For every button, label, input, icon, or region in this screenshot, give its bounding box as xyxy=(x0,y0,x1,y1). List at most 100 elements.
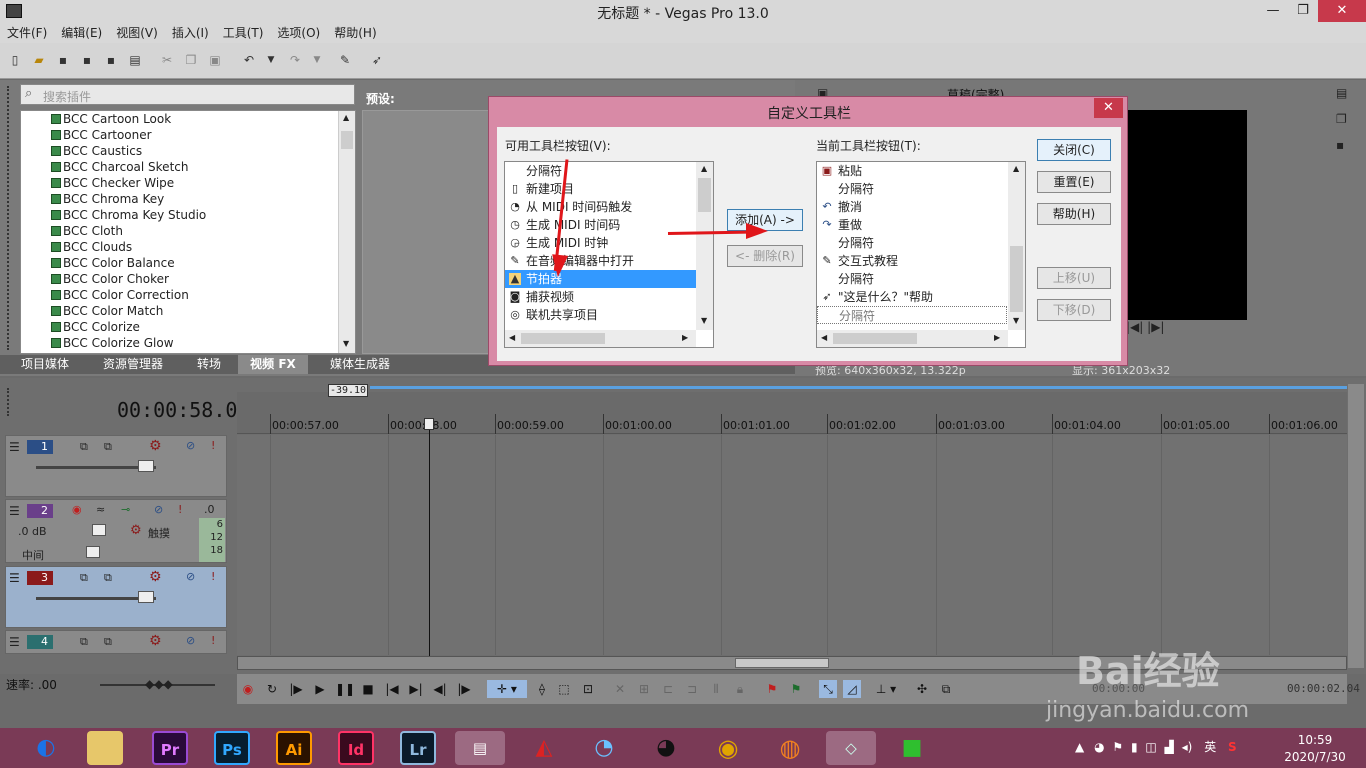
track-motion-icon[interactable]: ⧉ xyxy=(80,635,88,649)
copy-icon[interactable]: ❐ xyxy=(182,51,200,69)
hscroll-thumb[interactable] xyxy=(735,658,829,668)
current-list-vscroll[interactable]: ▲ ▼ xyxy=(1008,162,1025,330)
dialog-close-icon[interactable]: ✕ xyxy=(1094,98,1123,118)
app-icon-4[interactable]: ◇ xyxy=(826,731,876,765)
track-mute-icon[interactable]: ⊘ xyxy=(186,439,195,452)
clock-date[interactable]: 2020/7/30 xyxy=(1278,750,1352,764)
props-icon[interactable]: ▤ xyxy=(1336,86,1347,100)
move-down-button[interactable]: 下移(D) xyxy=(1037,299,1111,321)
pause-icon[interactable]: ❚❚ xyxy=(335,680,355,698)
tab-video-fx[interactable]: 视频 FX xyxy=(238,355,308,374)
split-icon[interactable]: ⫴ xyxy=(707,680,725,698)
close-window-button[interactable]: ✕ xyxy=(1318,0,1366,22)
list-item[interactable]: 分隔符 xyxy=(505,162,713,180)
input-language[interactable]: 英 xyxy=(1204,740,1216,754)
indesign-icon[interactable]: Id xyxy=(338,731,374,765)
current-list-hscroll[interactable]: ◀ ▶ xyxy=(817,330,1008,347)
marker-icon[interactable]: ⚑ xyxy=(763,680,781,698)
snapping-icon[interactable]: ⤡ xyxy=(819,680,837,698)
tutorial-icon[interactable]: ✎ xyxy=(336,51,354,69)
preset-list[interactable] xyxy=(362,110,490,354)
paste-icon[interactable]: ▣ xyxy=(206,51,224,69)
lightroom-icon[interactable]: Lr xyxy=(400,731,436,765)
list-item[interactable]: 分隔符 xyxy=(817,270,1025,288)
track-collapse-icon[interactable]: ☰ xyxy=(9,571,20,585)
audio-fx-icon[interactable]: ⊸ xyxy=(121,503,130,516)
plugin-search-input[interactable]: ⌕ 搜索插件 xyxy=(20,84,355,105)
plugin-item[interactable]: BCC Color Balance xyxy=(21,255,355,271)
move-up-button[interactable]: 上移(U) xyxy=(1037,267,1111,289)
clock-time[interactable]: 10:59 xyxy=(1285,733,1345,747)
copy-frame-icon[interactable]: ❐ xyxy=(1336,112,1347,126)
scroll-thumb[interactable] xyxy=(341,131,353,149)
scroll-thumb[interactable] xyxy=(1010,246,1023,312)
track-mute-icon[interactable]: ⊘ xyxy=(154,503,163,516)
slider-thumb[interactable] xyxy=(138,460,154,472)
plugin-list[interactable]: BCC Cartoon Look BCC Cartooner BCC Caust… xyxy=(20,110,356,354)
playhead-handle-icon[interactable] xyxy=(424,418,434,430)
scroll-thumb[interactable] xyxy=(521,333,605,344)
photoshop-icon[interactable]: Ps xyxy=(214,731,250,765)
file-explorer-icon[interactable] xyxy=(87,731,123,765)
track-fx-icon[interactable]: ⧉ xyxy=(104,635,112,649)
illustrator-icon[interactable]: Ai xyxy=(276,731,312,765)
plugin-list-scrollbar[interactable]: ▲ ▼ xyxy=(338,111,355,353)
cut-icon[interactable]: ✂ xyxy=(158,51,176,69)
track-header-4[interactable]: ☰ 4 ⧉ ⧉ ⚙ ⊘ ! xyxy=(5,630,227,654)
tray-qq-icon[interactable]: ◕ xyxy=(1094,740,1104,754)
plugin-item[interactable]: BCC Colorize xyxy=(21,319,355,335)
list-item[interactable]: 分隔符 xyxy=(817,180,1025,198)
tab-explorer[interactable]: 资源管理器 xyxy=(92,355,174,374)
plugin-item[interactable]: BCC Checker Wipe xyxy=(21,175,355,191)
redo-dropdown-icon[interactable]: ▼ xyxy=(308,51,326,69)
battery-icon[interactable]: ▮ xyxy=(1131,740,1138,754)
track-settings-icon[interactable]: ⚙ xyxy=(149,438,162,454)
menu-view[interactable]: 视图(V) xyxy=(109,24,165,43)
minimize-button[interactable]: — xyxy=(1258,0,1288,22)
trim-icon[interactable]: ⊞ xyxy=(635,680,653,698)
vegas-taskbar-icon[interactable]: ▤ xyxy=(455,731,505,765)
lock-icon[interactable]: 🔒︎ xyxy=(731,680,749,698)
scroll-up-icon[interactable]: ▲ xyxy=(701,164,707,173)
scroll-down-icon[interactable]: ▼ xyxy=(1013,316,1019,325)
scroll-left-icon[interactable]: ◀ xyxy=(509,333,515,342)
edit-tool-icon[interactable]: ✛ ▾ xyxy=(487,680,527,698)
scroll-right-icon[interactable]: ▶ xyxy=(682,333,688,342)
loop-icon[interactable]: ↻ xyxy=(263,680,281,698)
track-fx-icon[interactable]: ⧉ xyxy=(104,440,112,454)
prev-frame-icon[interactable]: |◀| xyxy=(1126,320,1143,334)
current-buttons-list[interactable]: ▣ 粘贴 分隔符 ↶ 撤消 ↷ 重做 分隔符 ✎ 交互式教程 分隔符 ➶ "这是什么？"帮… xyxy=(816,161,1026,348)
play-from-start-icon[interactable]: |▶ xyxy=(287,680,305,698)
slider-thumb[interactable] xyxy=(138,591,154,603)
lock-envelopes-icon[interactable]: ✣ xyxy=(913,680,931,698)
play-icon[interactable]: ▶ xyxy=(311,680,329,698)
tab-transitions[interactable]: 转场 xyxy=(186,355,232,374)
track-settings-icon[interactable]: ⚙ xyxy=(149,569,162,585)
list-item[interactable]: 分隔符 xyxy=(817,234,1025,252)
tray-expand-icon[interactable]: ▲ xyxy=(1075,740,1084,754)
track-header-3[interactable]: ☰ 3 ⧉ ⧉ ⚙ ⊘ ! xyxy=(5,566,227,628)
plugin-item[interactable]: BCC Clouds xyxy=(21,239,355,255)
scroll-left-icon[interactable]: ◀ xyxy=(821,333,827,342)
menu-help[interactable]: 帮助(H) xyxy=(327,24,383,43)
auto-ripple-icon[interactable]: ◿ xyxy=(843,680,861,698)
menu-options[interactable]: 选项(O) xyxy=(270,24,327,43)
volume-icon[interactable]: ◂) xyxy=(1182,740,1193,754)
track-collapse-icon[interactable]: ☰ xyxy=(9,635,20,649)
tray-flag-icon[interactable]: ⚑ xyxy=(1112,740,1123,754)
delete-icon[interactable]: ✕ xyxy=(611,680,629,698)
save-icon[interactable]: ▪ xyxy=(54,51,72,69)
plugin-item[interactable]: BCC Cartoon Look xyxy=(21,111,355,127)
plugin-item[interactable]: BCC Caustics xyxy=(21,143,355,159)
menu-file[interactable]: 文件(F) xyxy=(0,24,54,43)
browser-360-icon[interactable]: ◐ xyxy=(28,731,64,765)
qq-icon[interactable]: ◕ xyxy=(648,731,684,765)
menu-insert[interactable]: 插入(I) xyxy=(165,24,216,43)
app-icon-5[interactable]: ■ xyxy=(894,731,930,765)
app-icon-1[interactable]: ◭ xyxy=(526,731,562,765)
envelope-tool-icon[interactable]: ⟠ xyxy=(533,680,551,698)
track-solo-icon[interactable]: ! xyxy=(178,503,182,516)
app-icon-2[interactable]: ◔ xyxy=(586,731,622,765)
track-collapse-icon[interactable]: ☰ xyxy=(9,504,20,518)
whats-this-icon[interactable]: ➶ xyxy=(368,51,386,69)
